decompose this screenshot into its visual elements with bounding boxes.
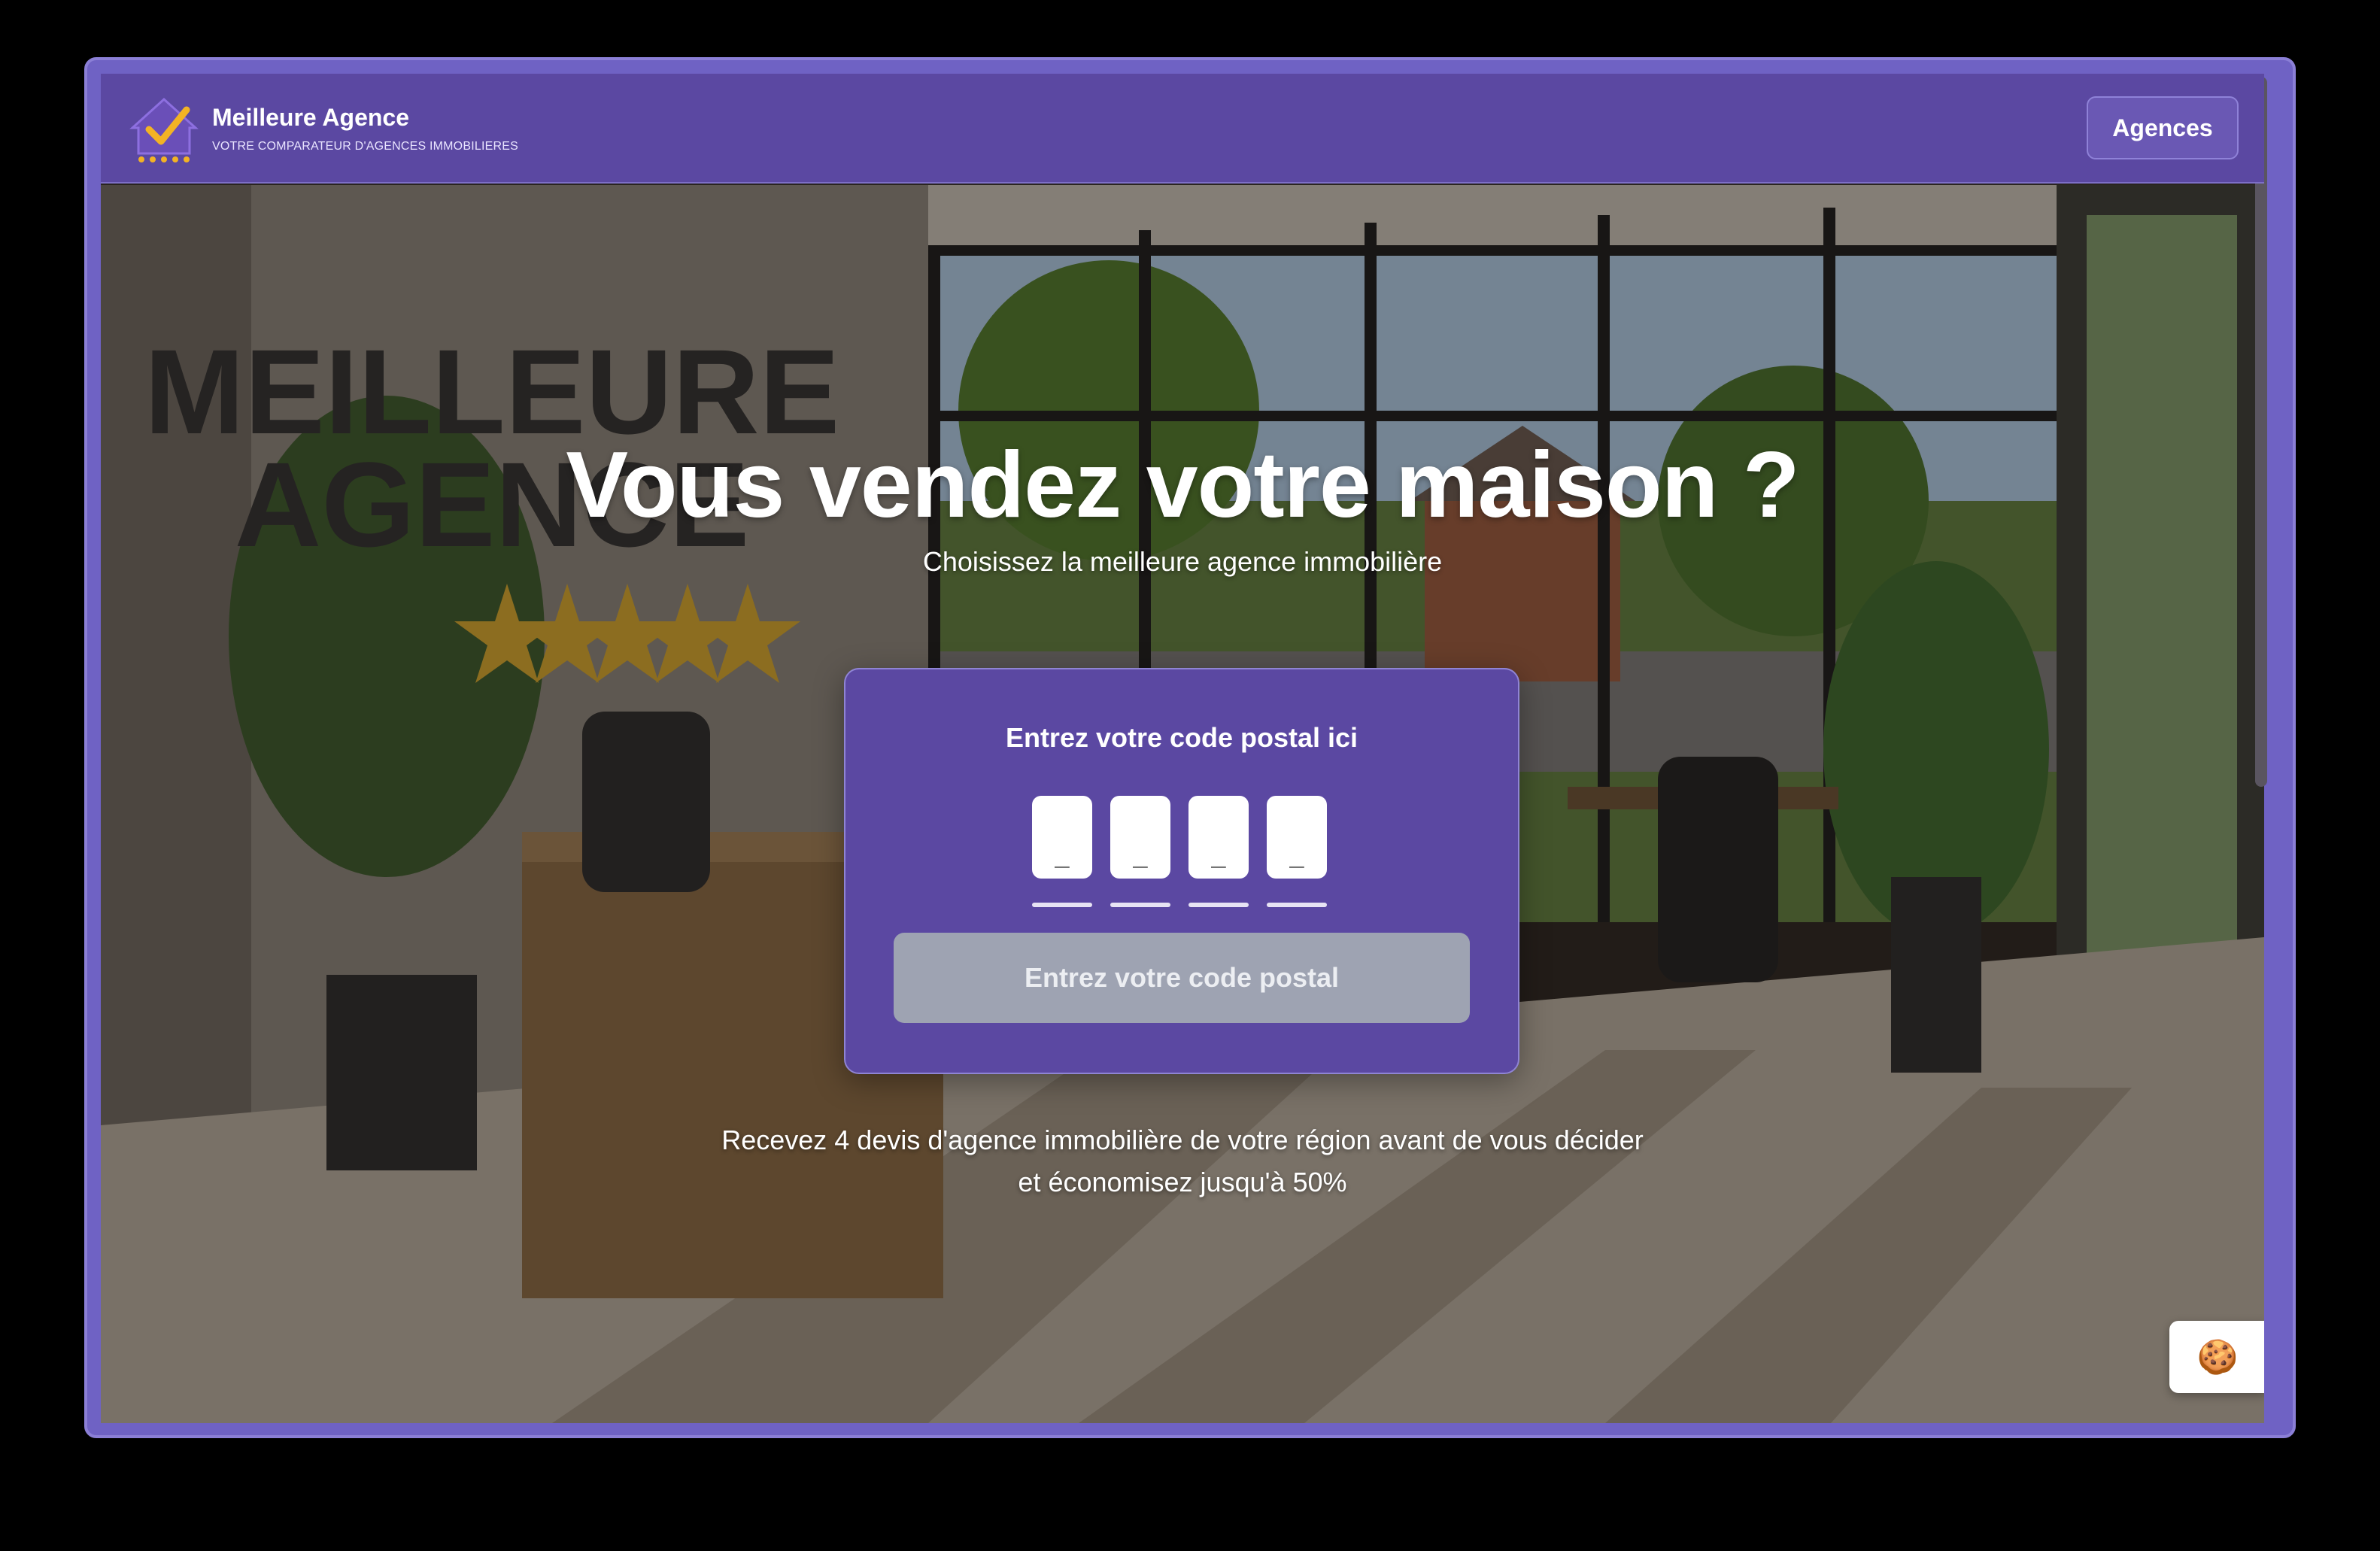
postal-digit-input-1[interactable]: [1032, 796, 1092, 879]
digit-underline: [1032, 903, 1092, 907]
info-line-1: Recevez 4 devis d'agence immobilière de …: [721, 1125, 1644, 1155]
info-line-2: et économisez jusqu'à 50%: [1018, 1167, 1347, 1197]
cookie-icon: 🍪: [2196, 1339, 2239, 1376]
postal-digit-input-4[interactable]: [1267, 796, 1327, 879]
agences-button[interactable]: Agences: [2087, 96, 2239, 159]
digit-underline: [1267, 903, 1327, 907]
postal-digit-input-3[interactable]: [1188, 796, 1249, 879]
brand-tagline: VOTRE COMPARATEUR D'AGENCES IMMOBILIERES: [212, 140, 518, 153]
browser-window: MEILLEURE AGENCE Meilleure Agence VOTRE …: [84, 57, 2296, 1438]
hero-title: Vous vendez votre maison ?: [566, 433, 1799, 537]
postal-digit-input-2[interactable]: [1110, 796, 1170, 879]
brand-name[interactable]: Meilleure Agence: [212, 104, 409, 132]
digit-underline: [1110, 903, 1170, 907]
postal-code-title: Entrez votre code postal ici: [1005, 722, 1358, 753]
submit-postal-code-button[interactable]: Entrez votre code postal: [894, 933, 1470, 1023]
digit-underline: [1188, 903, 1249, 907]
info-text: Recevez 4 devis d'agence immobilière de …: [101, 1119, 2264, 1203]
postal-code-card: Entrez votre code postal ici Entrez votr…: [844, 668, 1519, 1074]
site-header: Meilleure Agence VOTRE COMPARATEUR D'AGE…: [101, 74, 2264, 184]
house-check-logo-icon[interactable]: [126, 95, 202, 164]
hero-subtitle: Choisissez la meilleure agence immobiliè…: [922, 546, 1443, 577]
page-viewport: MEILLEURE AGENCE Meilleure Agence VOTRE …: [101, 74, 2264, 1423]
cookie-settings-button[interactable]: 🍪: [2169, 1321, 2264, 1393]
